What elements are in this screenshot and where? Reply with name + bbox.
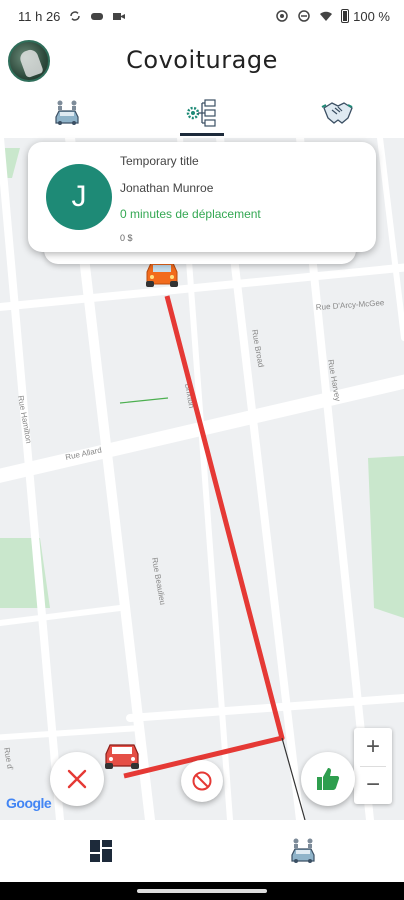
- car-with-passengers-icon: [55, 100, 79, 125]
- travel-time: 0 minutes de déplacement: [120, 207, 261, 221]
- ride-price: 0 $: [120, 233, 133, 243]
- zoom-in-button[interactable]: +: [354, 728, 392, 766]
- page-title: Covoiturage: [126, 46, 278, 74]
- system-gesture-bar: [0, 882, 404, 900]
- sync-icon: [70, 11, 81, 21]
- cancel-button[interactable]: [181, 760, 223, 802]
- tab-passengers[interactable]: [0, 88, 135, 138]
- wifi-icon: [320, 11, 333, 21]
- game-icon: [91, 13, 104, 20]
- zoom-out-button[interactable]: −: [354, 767, 392, 805]
- ride-card[interactable]: J Temporary title Jonathan Munroe 0 minu…: [28, 142, 376, 252]
- ride-title: Temporary title: [120, 154, 199, 168]
- thumbs-up-icon: [317, 768, 340, 790]
- video-icon: [113, 13, 126, 20]
- route-line: [123, 295, 285, 779]
- bottom-nav: [0, 820, 404, 882]
- google-logo-text: Google: [6, 795, 52, 811]
- status-bar: 11 h 26 100 %: [0, 0, 404, 32]
- google-logo: Google: [6, 795, 52, 811]
- status-left: 11 h 26: [18, 9, 126, 24]
- dnd-icon: [298, 10, 310, 22]
- bike-path: [119, 397, 169, 404]
- status-time: 11 h 26: [18, 8, 61, 24]
- street-label-rue-d: Rue d': [2, 747, 15, 772]
- battery-level: 100 %: [353, 8, 390, 24]
- reject-button[interactable]: [50, 752, 104, 806]
- app-header: Covoiturage: [0, 32, 404, 88]
- driver-avatar: J: [46, 164, 112, 230]
- zoom-controls: + −: [354, 728, 392, 804]
- route-settings-icon: [186, 99, 216, 127]
- gesture-handle[interactable]: [137, 889, 267, 893]
- cast-icon: [276, 10, 288, 22]
- tab-bar: [0, 88, 404, 138]
- nav-dashboard[interactable]: [0, 820, 202, 882]
- street-label-darcy-mcgee: Rue D'Arcy-McGee: [316, 298, 386, 312]
- handshake-icon: [321, 102, 353, 124]
- nav-carpool[interactable]: [202, 820, 404, 882]
- end-car-marker[interactable]: [105, 744, 139, 769]
- accept-button[interactable]: [301, 752, 355, 806]
- driver-name: Jonathan Munroe: [120, 181, 214, 195]
- tab-agreements[interactable]: [269, 88, 404, 138]
- block-icon: [192, 771, 212, 791]
- street-label-broad: Rue Broad: [250, 329, 266, 368]
- status-right: 100 %: [275, 9, 390, 24]
- dashboard-icon: [90, 840, 112, 862]
- start-car-marker[interactable]: [146, 262, 178, 287]
- battery-icon: [341, 9, 350, 23]
- street-label-beaulieu: Rue Beaulieu: [150, 557, 167, 606]
- close-icon: [67, 769, 87, 789]
- battery-indicator: 100 %: [341, 9, 390, 24]
- car-icon: [291, 838, 315, 863]
- street-label-hamilton: Rue Hamilton: [16, 395, 33, 444]
- tab-route-settings[interactable]: [135, 88, 270, 138]
- park-area: [368, 456, 404, 618]
